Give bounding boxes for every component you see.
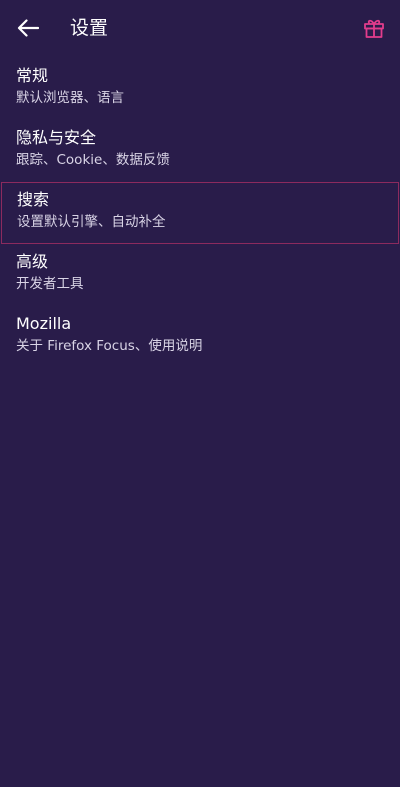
- settings-item-title: 高级: [16, 252, 49, 271]
- page-title: 设置: [70, 17, 109, 39]
- settings-item-subtitle: 关于 Firefox Focus、使用说明: [16, 338, 203, 354]
- settings-item-search[interactable]: 搜索 设置默认引擎、自动补全: [1, 182, 399, 244]
- settings-screen: 设置 常规 默认浏览器、语言 隐私与安全 跟踪、Cookie、数据反馈 搜索 设…: [0, 0, 400, 787]
- settings-list: 常规 默认浏览器、语言 隐私与安全 跟踪、Cookie、数据反馈 搜索 设置默认…: [0, 58, 400, 368]
- back-button[interactable]: [10, 10, 46, 46]
- settings-item-privacy[interactable]: 隐私与安全 跟踪、Cookie、数据反馈: [0, 120, 400, 182]
- settings-item-subtitle: 默认浏览器、语言: [16, 90, 124, 106]
- gift-icon: [364, 19, 384, 38]
- settings-item-general[interactable]: 常规 默认浏览器、语言: [0, 58, 400, 120]
- settings-item-subtitle: 设置默认引擎、自动补全: [17, 214, 166, 230]
- settings-item-subtitle: 开发者工具: [16, 276, 84, 292]
- settings-item-title: 隐私与安全: [16, 128, 97, 147]
- gift-button[interactable]: [356, 10, 392, 46]
- settings-item-title: 常规: [16, 66, 49, 85]
- settings-item-subtitle: 跟踪、Cookie、数据反馈: [16, 152, 170, 168]
- arrow-left-icon: [17, 19, 39, 37]
- toolbar: 设置: [0, 0, 400, 56]
- settings-item-title: 搜索: [17, 190, 50, 209]
- settings-item-mozilla[interactable]: Mozilla 关于 Firefox Focus、使用说明: [0, 306, 400, 368]
- settings-item-title: Mozilla: [16, 314, 72, 333]
- settings-item-advanced[interactable]: 高级 开发者工具: [0, 244, 400, 306]
